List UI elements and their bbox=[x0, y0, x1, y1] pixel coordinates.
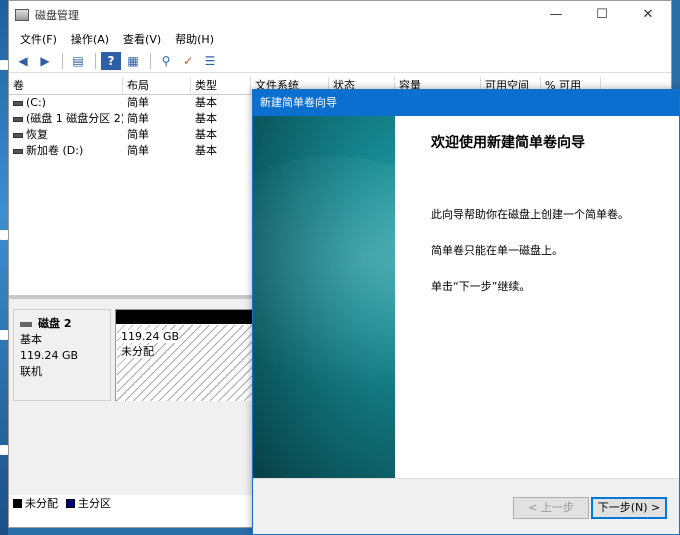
wizard-button-bar: < 上一步 下一步(N) > bbox=[253, 478, 679, 534]
desktop-icon[interactable] bbox=[0, 330, 8, 340]
maximize-button[interactable]: ☐ bbox=[579, 1, 625, 29]
toolbar-separator bbox=[150, 52, 151, 69]
menu-file[interactable]: 文件(F) bbox=[13, 31, 64, 47]
wizard-description: 此向导帮助你在磁盘上创建一个简单卷。 bbox=[431, 208, 629, 221]
column-header[interactable]: 类型 bbox=[191, 77, 251, 94]
menu-bar: 文件(F) 操作(A) 查看(V) 帮助(H) bbox=[9, 29, 671, 49]
volume-name: (磁盘 1 磁盘分区 2) bbox=[26, 112, 123, 125]
partition-bar bbox=[116, 310, 254, 324]
unallocated-partition[interactable]: 119.24 GB 未分配 bbox=[115, 309, 255, 401]
desktop-icon[interactable] bbox=[0, 445, 8, 455]
drive-icon bbox=[13, 148, 23, 154]
partition-state: 未分配 bbox=[121, 345, 154, 358]
volume-layout: 简单 bbox=[127, 144, 149, 157]
menu-action[interactable]: 操作(A) bbox=[64, 31, 116, 47]
check-icon[interactable]: ✓ bbox=[178, 52, 198, 70]
help-icon[interactable]: ? bbox=[101, 51, 121, 70]
back-arrow-icon[interactable]: ◀ bbox=[13, 52, 33, 70]
menu-help[interactable]: 帮助(H) bbox=[168, 31, 221, 47]
wizard-title-bar[interactable]: 新建简单卷向导 bbox=[253, 90, 679, 116]
disk-type: 基本 bbox=[20, 333, 42, 346]
desktop-strip bbox=[0, 0, 8, 535]
console-tree-icon[interactable]: ▤ bbox=[68, 52, 88, 70]
disk-icon bbox=[20, 321, 32, 327]
volume-type: 基本 bbox=[195, 144, 217, 157]
drive-icon bbox=[13, 116, 23, 122]
toolbar-separator bbox=[62, 52, 63, 69]
close-button[interactable]: ✕ bbox=[625, 1, 671, 29]
disk-management-icon bbox=[15, 9, 29, 21]
desktop-icon[interactable] bbox=[0, 230, 8, 240]
volume-name: 新加卷 (D:) bbox=[26, 144, 84, 157]
disk-name: 磁盘 2 bbox=[38, 317, 72, 330]
connect-icon[interactable]: ⚲ bbox=[156, 52, 176, 70]
column-header[interactable]: 布局 bbox=[123, 77, 191, 94]
wizard-description: 简单卷只能在单一磁盘上。 bbox=[431, 244, 563, 257]
volume-layout: 简单 bbox=[127, 96, 149, 109]
volume-type: 基本 bbox=[195, 128, 217, 141]
details-icon[interactable]: ☰ bbox=[200, 52, 220, 70]
title-bar[interactable]: 磁盘管理 — ☐ ✕ bbox=[9, 1, 671, 29]
forward-arrow-icon[interactable]: ▶ bbox=[35, 52, 55, 70]
partition-size: 119.24 GB bbox=[121, 330, 180, 343]
volume-type: 基本 bbox=[195, 112, 217, 125]
volume-name: 恢复 bbox=[26, 128, 48, 141]
legend: 未分配 主分区 bbox=[13, 495, 111, 511]
volume-type: 基本 bbox=[195, 96, 217, 109]
disk-status: 联机 bbox=[20, 365, 42, 378]
drive-icon bbox=[13, 100, 23, 106]
next-button[interactable]: 下一步(N) > bbox=[591, 497, 667, 519]
minimize-button[interactable]: — bbox=[533, 1, 579, 29]
disk-info[interactable]: 磁盘 2 基本 119.24 GB 联机 bbox=[13, 309, 111, 401]
toolbar-separator bbox=[95, 52, 96, 69]
volume-layout: 简单 bbox=[127, 128, 149, 141]
toolbar: ◀ ▶ ▤ ? ▦ ⚲ ✓ ☰ bbox=[9, 49, 671, 73]
volume-layout: 简单 bbox=[127, 112, 149, 125]
wizard-heading: 欢迎使用新建简单卷向导 bbox=[431, 135, 585, 151]
properties-icon[interactable]: ▦ bbox=[123, 52, 143, 70]
previous-button[interactable]: < 上一步 bbox=[513, 497, 589, 519]
legend-swatch-primary bbox=[66, 498, 75, 508]
legend-label: 主分区 bbox=[78, 497, 111, 510]
desktop-icon[interactable] bbox=[0, 60, 8, 70]
column-header[interactable]: 卷 bbox=[9, 77, 123, 94]
new-simple-volume-wizard: 新建简单卷向导 欢迎使用新建简单卷向导 此向导帮助你在磁盘上创建一个简单卷。 简… bbox=[252, 89, 680, 535]
wizard-content: 欢迎使用新建简单卷向导 此向导帮助你在磁盘上创建一个简单卷。 简单卷只能在单一磁… bbox=[395, 116, 679, 478]
menu-view[interactable]: 查看(V) bbox=[116, 31, 168, 47]
legend-label: 未分配 bbox=[25, 497, 58, 510]
volume-name: (C:) bbox=[26, 96, 46, 109]
disk-size: 119.24 GB bbox=[20, 349, 79, 362]
drive-icon bbox=[13, 132, 23, 138]
legend-swatch-unallocated bbox=[13, 498, 22, 508]
window-title: 磁盘管理 bbox=[35, 9, 79, 22]
wizard-description: 单击“下一步”继续。 bbox=[431, 280, 531, 293]
wizard-banner-image bbox=[253, 116, 395, 478]
